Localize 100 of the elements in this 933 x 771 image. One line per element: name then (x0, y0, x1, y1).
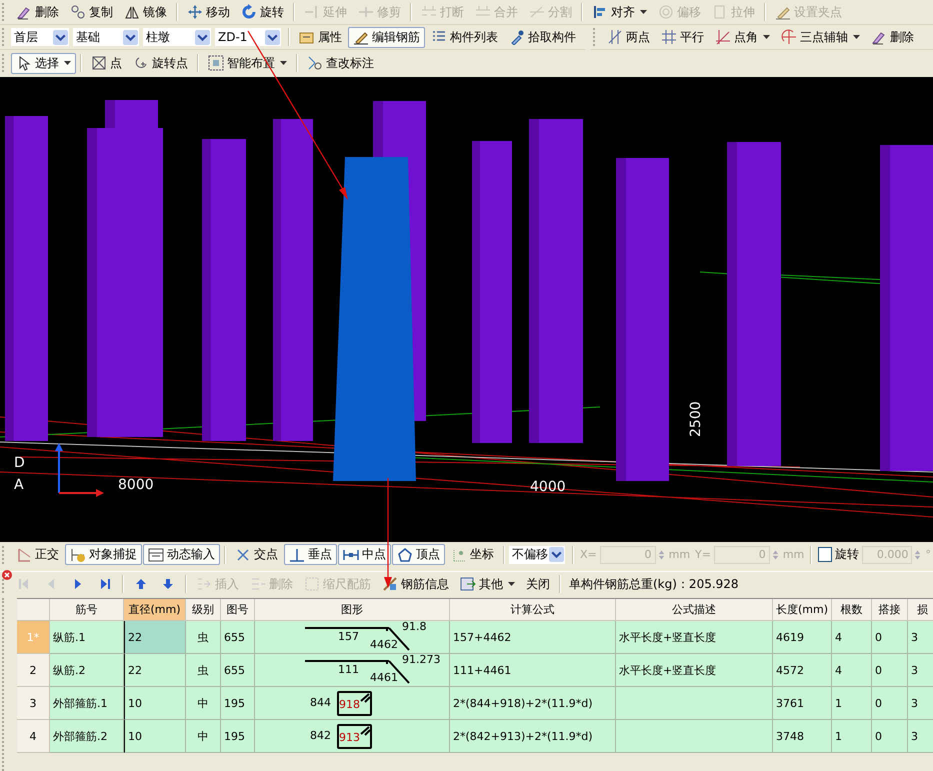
point-icon (91, 55, 107, 71)
toolbar-button[interactable]: 删除 (11, 2, 64, 22)
column-header[interactable]: 损 (908, 599, 933, 621)
floor-select[interactable]: 首层 (11, 28, 69, 46)
table-cell: 水平长度+竖直长度 (616, 621, 773, 654)
type-select[interactable]: 柱墩 (143, 28, 211, 46)
toolbar-button[interactable]: 垂点 (284, 544, 337, 565)
column-header[interactable]: 公式描述 (616, 599, 773, 621)
row-header[interactable]: 4 (17, 720, 50, 753)
toolbar-button[interactable]: 三点辅轴 (776, 26, 865, 48)
toolbar-button[interactable]: 对象捕捉 (65, 544, 142, 565)
toolbar-button[interactable]: 点 (86, 52, 127, 74)
dimension-label: 842 (310, 730, 331, 742)
row-header[interactable]: 3 (17, 687, 50, 720)
dimension-label: 4461 (370, 672, 398, 684)
table-cell: 3 (908, 654, 933, 687)
toolbar-button[interactable]: 删除 (866, 26, 919, 48)
table-cell: 157+4462 (450, 621, 616, 654)
table-cell: 0 (872, 654, 908, 687)
category-select[interactable]: 基础 (73, 28, 139, 46)
table-cell: 4 (832, 654, 872, 687)
row-header[interactable]: 2 (17, 654, 50, 687)
toolbar-button[interactable]: 平行 (656, 26, 709, 48)
toolbar-button[interactable]: 坐标 (446, 544, 499, 565)
toolbar-button[interactable]: 属性 (294, 26, 347, 48)
component-select[interactable]: ZD-1 (215, 28, 281, 46)
grid-icon (208, 55, 224, 71)
toolbar-button[interactable]: 镜像 (119, 2, 172, 22)
toolbar-button[interactable]: 动态输入 (143, 544, 220, 565)
toolbar-button[interactable]: 编辑钢筋 (348, 26, 425, 48)
circles-icon (70, 4, 86, 20)
cross-icon (235, 546, 251, 562)
toolbar-button[interactable]: 构件列表 (426, 26, 503, 48)
dimension-label: 918 (339, 699, 360, 711)
unit-label: mm (782, 548, 806, 561)
column-header[interactable]: 级别 (186, 599, 221, 621)
rings-icon (658, 4, 674, 20)
rotate-checkbox[interactable] (818, 547, 832, 562)
toolbar-button[interactable]: 复制 (65, 2, 118, 22)
angle-icon (715, 29, 731, 45)
toolbar-button[interactable]: 两点 (602, 26, 655, 48)
table-cell: 虫 (186, 654, 221, 687)
x-label: X= (579, 548, 598, 561)
table-cell: 3748 (773, 720, 832, 753)
dimension-label: 91.8 (402, 621, 426, 633)
table-cell: 10 (124, 720, 186, 753)
table-cell: 0 (872, 720, 908, 753)
table-cell: 3 (908, 720, 933, 753)
ortho-icon (16, 546, 32, 562)
dimension-label: 157 (338, 631, 359, 643)
remove-icon (250, 576, 266, 592)
table-cell: 3 (908, 687, 933, 720)
table-cell: 外部箍筋.1 (50, 687, 124, 720)
parallel-icon (661, 29, 677, 45)
toolbar-button[interactable]: 查改标注 (302, 52, 379, 74)
toolbar-button[interactable]: 关闭 (521, 574, 555, 594)
toolbar-button[interactable]: 旋转 (236, 2, 289, 22)
column-header[interactable]: 筋号 (50, 599, 124, 621)
rotate-label: 旋转 (834, 546, 860, 563)
column-header[interactable]: 图号 (221, 599, 255, 621)
table-cell: 4619 (773, 621, 832, 654)
axis-icon (55, 443, 104, 497)
toolbar-button[interactable]: 中点 (338, 544, 391, 565)
column-header[interactable]: 直径(mm) (124, 599, 186, 621)
table-cell: 3761 (773, 687, 832, 720)
toolbar-button[interactable]: 拾取构件 (504, 26, 581, 48)
toolbar-button[interactable]: 对齐 (587, 2, 652, 22)
rotate-icon (241, 4, 257, 20)
toolbar-button[interactable]: 顶点 (392, 544, 445, 565)
toolbar-button[interactable]: 交点 (230, 544, 283, 565)
toolbar-button[interactable]: 其他 (455, 574, 520, 594)
table-cell: 中 (186, 720, 221, 753)
offset-select[interactable]: 不偏移 (509, 546, 565, 564)
toolbar-button[interactable]: 钢筋信息 (377, 574, 454, 594)
column-header[interactable]: 根数 (832, 599, 872, 621)
toolbar-button[interactable]: 旋转点 (128, 52, 193, 74)
table-cell: 655 (221, 654, 255, 687)
unit-label: mm (668, 548, 692, 561)
dashed-icon (304, 576, 320, 592)
close-icon[interactable] (2, 570, 12, 580)
mirror-icon (124, 4, 140, 20)
table-cell: 虫 (186, 621, 221, 654)
table-cell: 4572 (773, 654, 832, 687)
table-cell: 2*(842+913)+2*(11.9*d) (450, 720, 616, 753)
toolbar-button[interactable]: 点角 (710, 26, 775, 48)
toolbar-button[interactable]: 正交 (11, 544, 64, 565)
axis-icon (607, 29, 623, 45)
dimension-label: 8000 (118, 477, 154, 493)
toolbar-button[interactable]: 选择 (11, 52, 76, 74)
table-cell: 纵筋.1 (50, 621, 124, 654)
column-header[interactable]: 搭接 (872, 599, 908, 621)
toolbar-button[interactable]: 移动 (182, 2, 235, 22)
table-cell: 1 (832, 687, 872, 720)
trim-icon (358, 4, 374, 20)
perpendicular-icon (289, 546, 305, 562)
column-header[interactable]: 长度(mm) (773, 599, 832, 621)
column-header[interactable]: 计算公式 (450, 599, 616, 621)
column-header[interactable]: 图形 (255, 599, 450, 621)
table-cell: 10 (124, 687, 186, 720)
eyedropper-icon (509, 29, 525, 45)
